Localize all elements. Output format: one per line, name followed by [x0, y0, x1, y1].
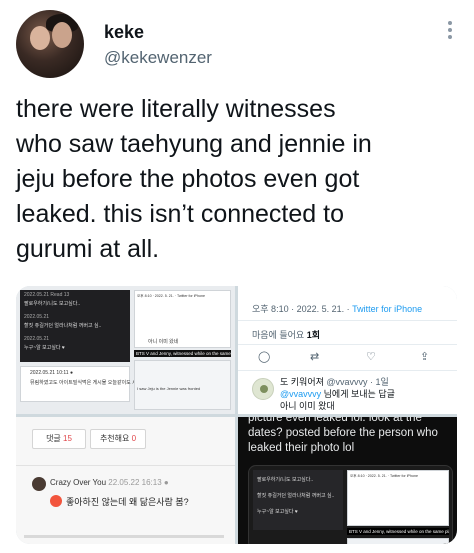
- news-headline: BTS V and Jenny, witnessed while on the …: [347, 528, 449, 535]
- tweet-header: keke @kekewenzer: [0, 0, 474, 84]
- news-screenshot: [134, 360, 231, 410]
- comment-count-button[interactable]: 댓글 15: [32, 429, 86, 449]
- media-grid: 2022.05.21 Read 13 팔로우하기/니도 보고싶다.. 2022.…: [16, 286, 457, 544]
- user-handle[interactable]: @kekewenzer: [104, 48, 212, 68]
- tweet-actions: ◯ ⇄ ♡ ⇪: [258, 350, 443, 364]
- reply-icon[interactable]: ◯: [258, 350, 270, 363]
- screenshot-text: 2022.05.21 10:11 ●: [30, 370, 73, 376]
- screenshot-text: 오후 8:10 · 2022. 5. 21. · Twitter for iPh…: [350, 474, 418, 478]
- divider: [238, 344, 457, 345]
- screenshot-text: 팔로우하기/니도 보고싶다..: [24, 301, 81, 307]
- divider: [238, 320, 457, 321]
- tweet-source: Twitter for iPhone: [352, 304, 423, 314]
- comment-date: 22.05.22 16:13 ●: [106, 478, 169, 487]
- media-image-4[interactable]: picture even leaked lol. look at the dat…: [238, 417, 457, 544]
- screenshot-text: 누구~알 보고싶다 ♥: [24, 345, 65, 351]
- emoji-icon: [50, 495, 62, 507]
- media-image-1[interactable]: 2022.05.21 Read 13 팔로우하기/니도 보고싶다.. 2022.…: [16, 286, 235, 414]
- quoted-text: picture even leaked lol. look at the dat…: [248, 417, 438, 454]
- reply-to-handle: @vvavvvy: [280, 389, 322, 399]
- screenshot-text: 할짓 쥬길거던 얼라나처럼 꺼버고 싶..: [257, 493, 335, 499]
- like-icon[interactable]: ♡: [366, 350, 376, 363]
- commenter-name: Crazy Over You: [50, 478, 107, 487]
- divider: [16, 465, 235, 466]
- media-image-3[interactable]: 댓글 15 추천해요 0 Crazy Over You 22.05.22 16:…: [16, 417, 235, 544]
- reply-text: 아니 이미 왔대: [280, 401, 335, 411]
- recommend-label: 추천해요: [99, 434, 132, 443]
- screenshot-text: I saw Jeju is the Jennie was fronted: [137, 386, 201, 391]
- avatar-face-right: [52, 22, 72, 48]
- comment-count-label: 댓글: [46, 434, 64, 443]
- avatar[interactable]: [16, 10, 84, 78]
- reply-author-name: 도 키워어져: [280, 377, 327, 387]
- screenshot-text: 아니 이미 왔네: [148, 339, 179, 345]
- screenshot-text: 할짓 쥬길거던 얼라나처럼 꺼버고 싶..: [24, 323, 102, 329]
- divider: [238, 370, 457, 371]
- comment-text: 좋아하진 않는데 왜 닮은사람 봄?: [66, 497, 189, 507]
- comment-placeholder-line: [24, 535, 224, 538]
- screenshot-text: 뮤림하였고도 아이트빌식먹은 게시물 오늘같이도 시티지요: [30, 380, 151, 386]
- timestamp-text: 오후 8:10 · 2022. 5. 21. ·: [252, 304, 353, 314]
- comment-count: 15: [63, 434, 72, 443]
- reply-avatar[interactable]: [252, 378, 274, 400]
- avatar-face-left: [30, 26, 50, 50]
- screenshot-text: 2022.05.21: [24, 314, 50, 320]
- embedded-screenshot: 팔로우하기/니도 보고싶다.. 할짓 쥬길거던 얼라나처럼 꺼버고 싶.. 누구…: [248, 465, 453, 544]
- tweet-timestamp: 오후 8:10 · 2022. 5. 21. · Twitter for iPh…: [252, 302, 422, 315]
- screenshot-text: 2022.05.21 Read 13: [24, 292, 70, 298]
- reply-to-label: 님에게 보내는 답글: [321, 389, 395, 399]
- reply-author-handle: @vvavvvy · 1일: [326, 377, 389, 387]
- screenshot-text: 팔로우하기/니도 보고싶다..: [257, 477, 314, 483]
- recommend-button[interactable]: 추천해요 0: [90, 429, 146, 449]
- stats-label: 마음에 들어요: [252, 330, 307, 340]
- tweet-text: there were literally witnesses who saw t…: [16, 95, 372, 263]
- display-name[interactable]: keke: [104, 22, 144, 43]
- share-icon[interactable]: ⇪: [420, 350, 429, 363]
- commenter-avatar: [32, 477, 46, 491]
- recommend-count: 0: [131, 434, 137, 443]
- media-image-2[interactable]: 오후 8:10 · 2022. 5. 21. · Twitter for iPh…: [238, 286, 457, 414]
- screenshot-text: 2022.05.21: [24, 336, 50, 342]
- retweet-icon[interactable]: ⇄: [310, 350, 319, 363]
- news-screenshot: [347, 538, 449, 544]
- stats-count: 1회: [306, 330, 320, 340]
- more-vertical-icon[interactable]: [443, 18, 457, 44]
- news-headline: BTS V and Jenny, witnessed while on the …: [134, 350, 231, 357]
- screenshot-text: 오후 8:10 · 2022. 5. 21. · Twitter for iPh…: [137, 294, 205, 298]
- like-stats: 마음에 들어요 1회: [252, 328, 320, 341]
- screenshot-text: 누구~알 보고싶다 ♥: [257, 509, 298, 515]
- comment-meta: Crazy Over You 22.05.22 16:13 ●: [50, 478, 169, 487]
